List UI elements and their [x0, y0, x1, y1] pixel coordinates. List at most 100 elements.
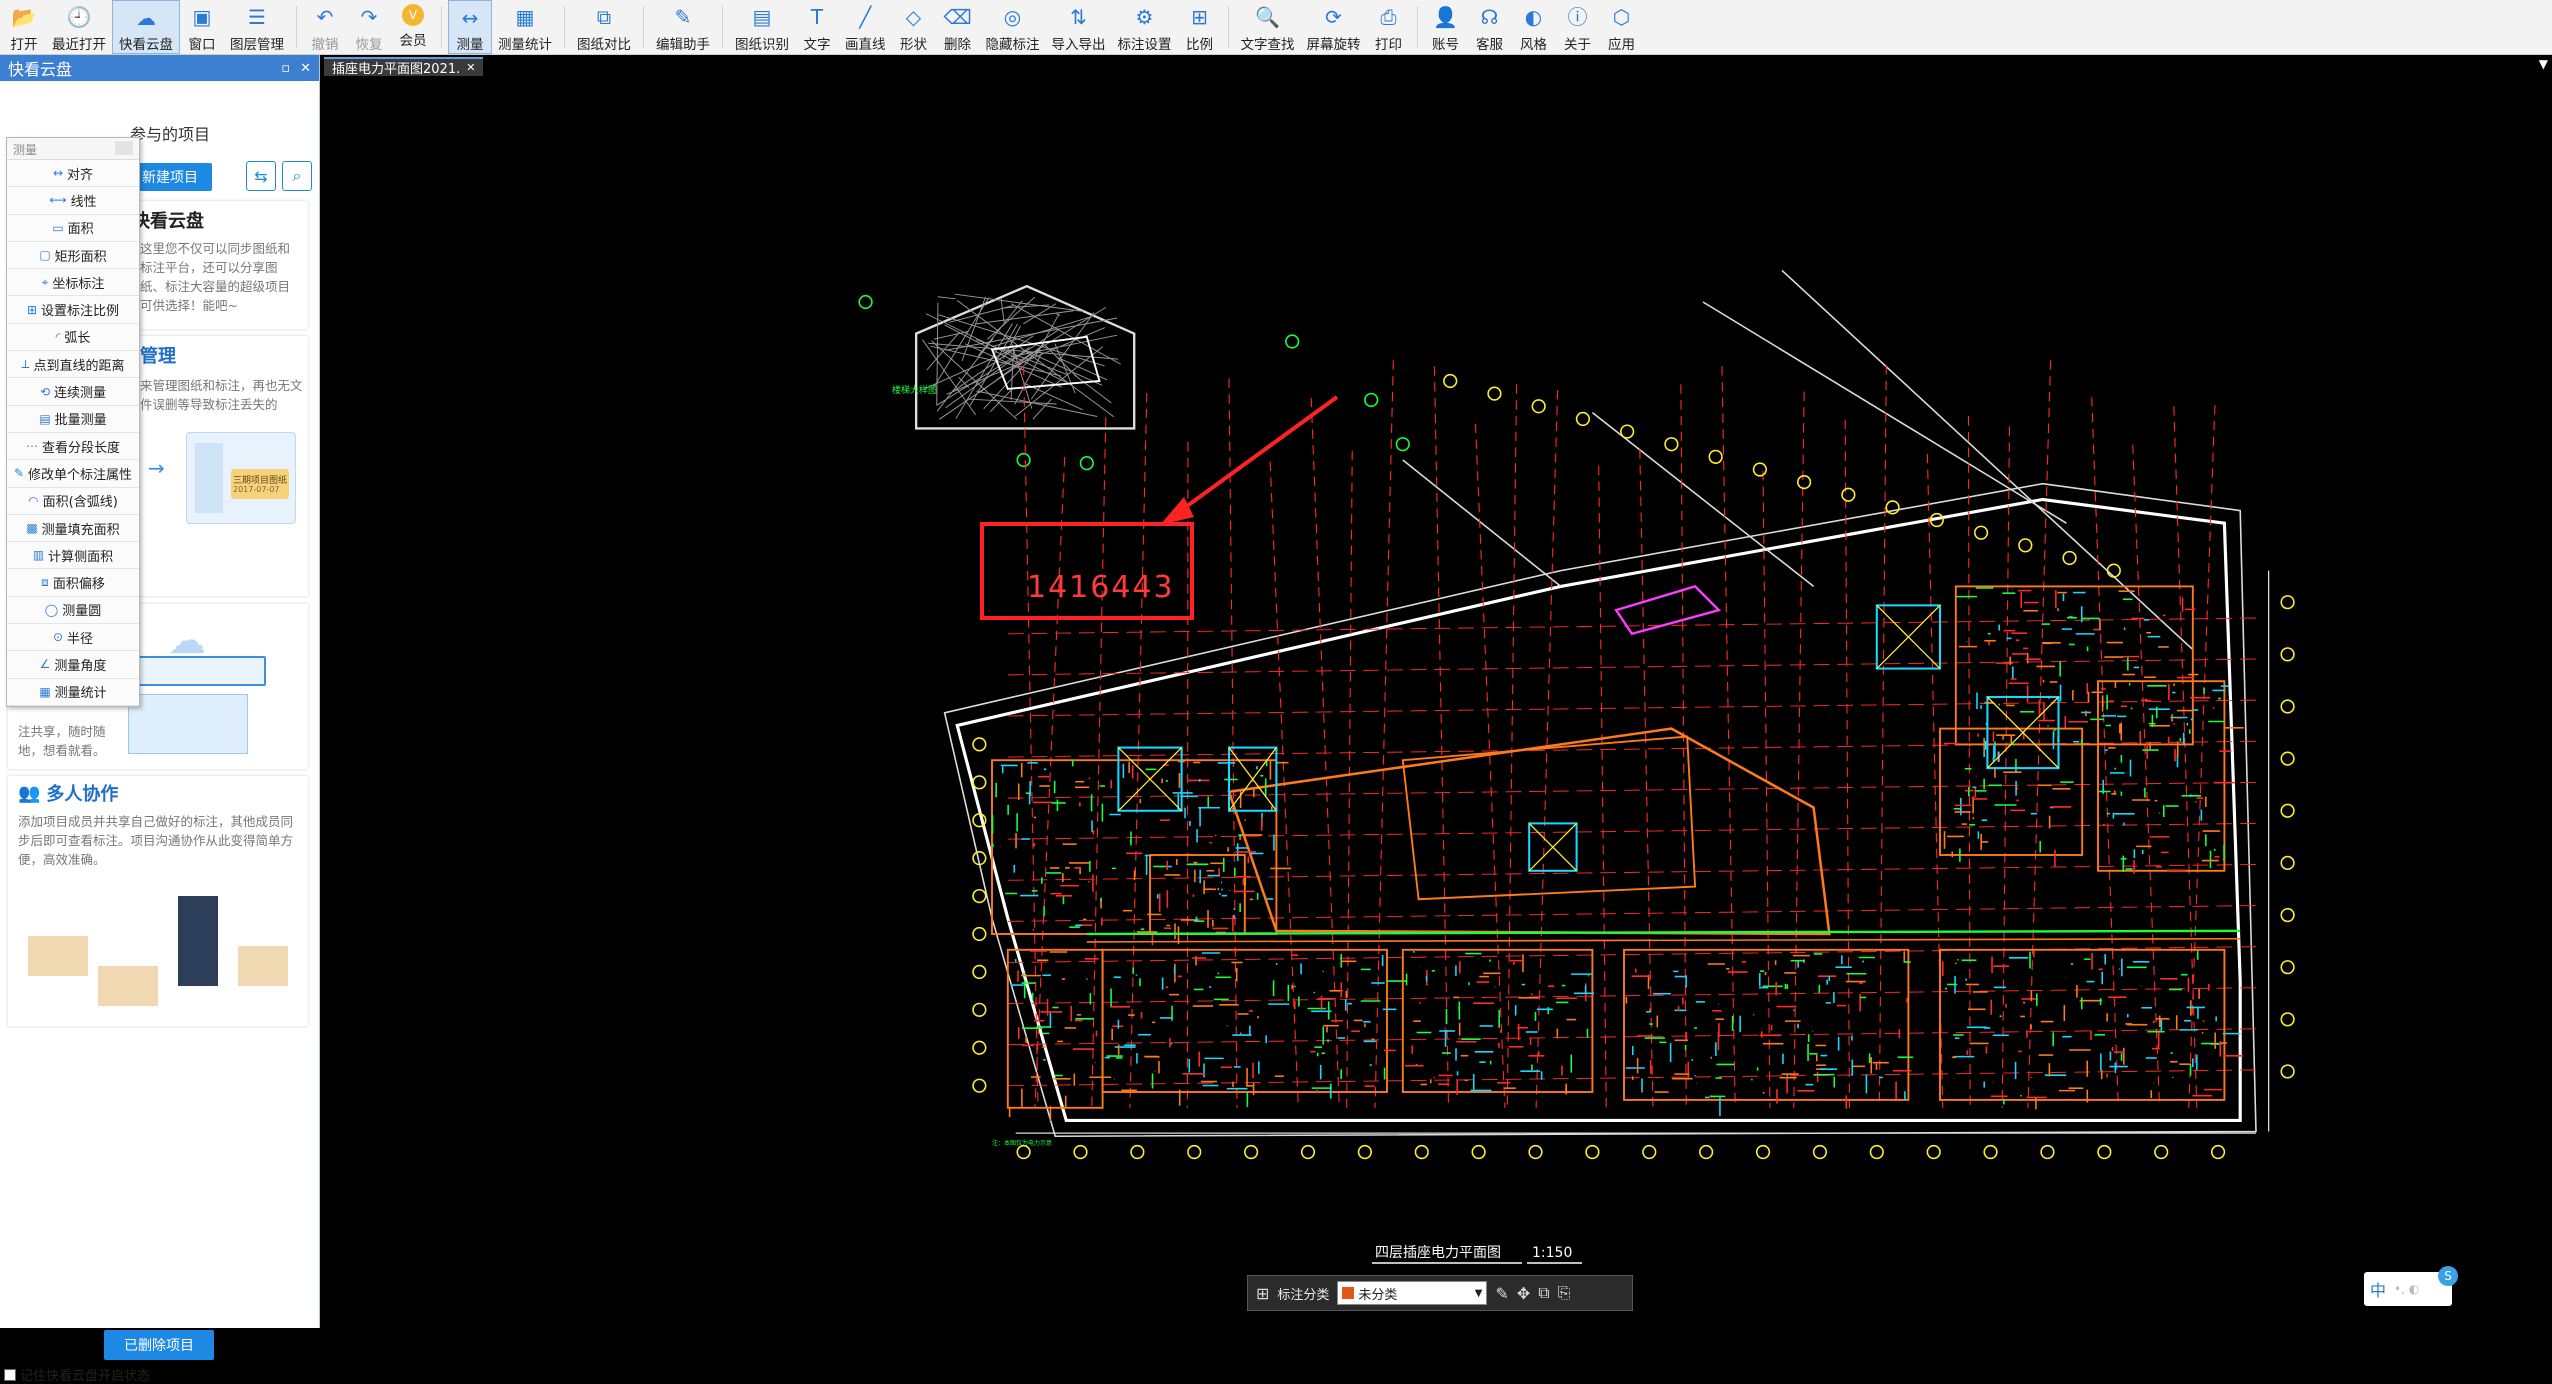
toolbar-button-10[interactable]: ⧉图纸对比 — [571, 0, 637, 54]
close-icon[interactable]: ✕ — [300, 61, 311, 76]
axis-line — [1347, 451, 1353, 1108]
toolbar-button-23[interactable]: ⎙打印 — [1367, 0, 1411, 54]
sync-icon[interactable]: ⇆ — [246, 161, 276, 191]
menu-item-align-measure[interactable]: ↔对齐 — [7, 160, 139, 187]
menu-item-arc-length[interactable]: ◜弧长 — [7, 324, 139, 351]
menu-item-side-area[interactable]: ▥计算侧面积 — [7, 542, 139, 569]
menu-item-coordinate[interactable]: ⌖坐标标注 — [7, 269, 139, 296]
toolbar-button-21[interactable]: 🔍文字查找 — [1235, 0, 1301, 54]
toolbar-button-16[interactable]: ⌫删除 — [936, 0, 980, 54]
search-icon[interactable]: ⌕ — [282, 161, 312, 191]
toolbar-button-0[interactable]: 📂打开 — [2, 0, 46, 54]
menu-item-modify-annotation[interactable]: ✎修改单个标注属性 — [7, 460, 139, 487]
toolbar-button-25[interactable]: ☊客服 — [1468, 0, 1512, 54]
room-outline — [1403, 950, 1593, 1092]
grid-view-icon[interactable]: ⊞ — [1256, 1284, 1269, 1303]
toolbar-button-12[interactable]: ▤图纸识别 — [729, 0, 795, 54]
menu-item-fill-area[interactable]: ▩测量填充面积 — [7, 515, 139, 542]
grid-bubble — [2281, 648, 2294, 661]
toolbar-button-26[interactable]: ◐风格 — [1512, 0, 1556, 54]
category-select[interactable]: 未分类 ▼ — [1337, 1281, 1487, 1305]
menu-item-linear-measure[interactable]: ⟷线性 — [7, 187, 139, 214]
axis-line — [1092, 417, 1106, 1108]
toolbar-button-7[interactable]: V会员 — [391, 0, 435, 54]
toolbar-button-2[interactable]: ☁快看云盘 — [112, 0, 180, 54]
recent-icon: 🕘 — [66, 4, 92, 30]
detail-hatch — [976, 391, 1097, 416]
ime-indicator[interactable]: 中 •, ◐ S — [2364, 1272, 2452, 1306]
menu-item-rect-area[interactable]: ▢矩形面积 — [7, 242, 139, 269]
toolbar-button-3[interactable]: ▣窗口 — [180, 0, 224, 54]
toolbar-button-22[interactable]: ⟳屏幕旋转 — [1301, 0, 1367, 54]
toolbar-button-28[interactable]: ⬡应用 — [1600, 0, 1644, 54]
restore-icon[interactable]: ▫ — [281, 61, 290, 76]
toolbar-button-8[interactable]: ↔测量 — [448, 0, 492, 54]
paste-icon[interactable]: ⎘ — [1558, 1283, 1571, 1303]
grid-bubble — [2281, 700, 2294, 713]
side-area-icon: ▥ — [33, 548, 44, 562]
menu-item-point-line-distance[interactable]: ⟂点到直线的距离 — [7, 351, 139, 378]
grid-bubble — [1080, 457, 1093, 470]
menu-item-continuous-measure[interactable]: ⟲连续测量 — [7, 378, 139, 405]
cad-drawing[interactable]: 楼梯大样图 1416443 四层插座电力平面图 1:150 注：本图仅为电力示意 — [322, 77, 2552, 1328]
checkbox-box[interactable] — [4, 1369, 16, 1381]
toolbar-button-17[interactable]: ◎隐藏标注 — [980, 0, 1046, 54]
menu-item-label: 修改单个标注属性 — [28, 464, 132, 483]
annotation-category-bar: ⊞ 标注分类 未分类 ▼ ✎ ✥ ⧉ ⎘ — [1247, 1275, 1633, 1311]
toolbar-separator — [296, 6, 297, 48]
document-tab[interactable]: 插座电力平面图2021. ✕ — [324, 57, 483, 76]
toolbar-button-4[interactable]: ☰图层管理 — [224, 0, 290, 54]
new-project-button[interactable]: 新建项目 — [128, 163, 212, 191]
detail-caption: 楼梯大样图 — [892, 384, 937, 396]
tab-list-arrow-icon[interactable]: ▼ — [2539, 57, 2548, 71]
toolbar-button-15[interactable]: ◇形状 — [892, 0, 936, 54]
menu-item-segment-length[interactable]: ⋯查看分段长度 — [7, 433, 139, 460]
toolbar-button-20[interactable]: ⊞比例 — [1178, 0, 1222, 54]
axis-line — [1375, 360, 1393, 1108]
menu-item-measure-circle[interactable]: ◯测量圆 — [7, 597, 139, 624]
toolbar-button-9[interactable]: ▦测量统计 — [492, 0, 558, 54]
grid-bubble — [973, 1004, 986, 1017]
batch-measure-icon: ▤ — [39, 412, 50, 426]
toolbar-button-5[interactable]: ↶撤销 — [303, 0, 347, 54]
copy-icon[interactable]: ⧉ — [1538, 1283, 1549, 1303]
laptop-illustration — [128, 694, 248, 754]
grid-bubble — [2281, 961, 2294, 974]
menu-item-set-scale[interactable]: ⊞设置标注比例 — [7, 296, 139, 323]
menu-item-arc-area[interactable]: ◠面积(含弧线) — [7, 488, 139, 515]
chevron-down-icon: ▼ — [1475, 1288, 1483, 1299]
axis-line — [1008, 618, 2256, 634]
tab-close-icon[interactable]: ✕ — [466, 61, 475, 74]
menu-item-stats[interactable]: ▦测量统计 — [7, 679, 139, 706]
menu-item-area-offset[interactable]: ⧈面积偏移 — [7, 569, 139, 596]
toolbar-button-14[interactable]: ╱画直线 — [839, 0, 892, 54]
toolbar-button-27[interactable]: ⓘ关于 — [1556, 0, 1600, 54]
toolbar-button-1[interactable]: 🕘最近打开 — [46, 0, 112, 54]
toolbar-button-24[interactable]: 👤账号 — [1424, 0, 1468, 54]
main-toolbar: 📂打开🕘最近打开☁快看云盘▣窗口☰图层管理 ↶撤销↷恢复V会员 ↔测量▦测量统计⧉图… — [0, 0, 2552, 55]
toolbar-button-label: 应用 — [1608, 33, 1635, 53]
deleted-projects-button[interactable]: 已删除项目 — [104, 1330, 214, 1360]
drawing-canvas[interactable]: 楼梯大样图 1416443 四层插座电力平面图 1:150 注：本图仅为电力示意 — [322, 77, 2552, 1328]
menu-item-label: 半径 — [67, 628, 93, 647]
grid-bubble — [1757, 1146, 1770, 1159]
axis-line — [1035, 457, 1065, 1108]
menu-item-area[interactable]: ▭面积 — [7, 215, 139, 242]
grid-bubble — [2281, 752, 2294, 765]
remember-state-checkbox[interactable]: 记住快看云盘开启状态 — [4, 1365, 150, 1384]
menu-item-batch-measure[interactable]: ▤批量测量 — [7, 406, 139, 433]
toolbar-button-13[interactable]: T文字 — [795, 0, 839, 54]
toolbar-button-18[interactable]: ⇅导入导出 — [1046, 0, 1112, 54]
menu-scroll-handle[interactable] — [115, 141, 133, 155]
style-icon: ◐ — [1521, 4, 1547, 30]
menu-item-radius[interactable]: ⊙半径 — [7, 624, 139, 651]
toolbar-button-11[interactable]: ✎编辑助手 — [650, 0, 716, 54]
toolbar-button-6[interactable]: ↷恢复 — [347, 0, 391, 54]
move-icon[interactable]: ✥ — [1517, 1284, 1530, 1303]
menu-item-angle[interactable]: ∠测量角度 — [7, 651, 139, 678]
edit-icon[interactable]: ✎ — [1495, 1284, 1508, 1303]
toolbar-button-19[interactable]: ⚙标注设置 — [1112, 0, 1178, 54]
grid-bubble — [1754, 463, 1767, 476]
detail-hatch — [933, 298, 988, 388]
vip-icon: V — [402, 4, 424, 26]
